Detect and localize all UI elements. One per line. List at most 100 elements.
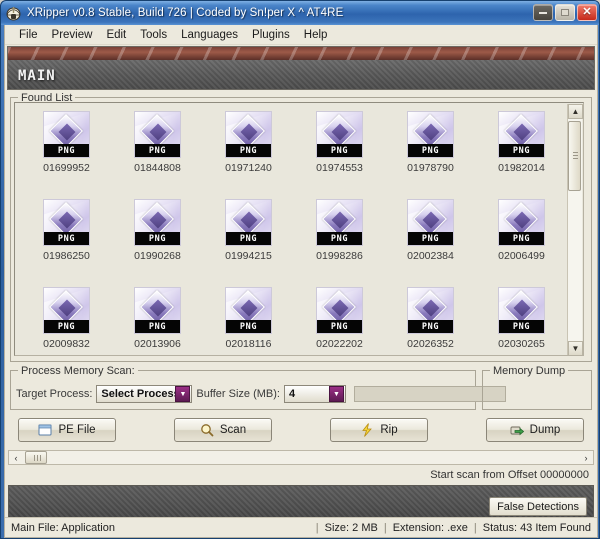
- found-list-panel[interactable]: PNG 01699952 PNG 01844808 PNG 01971240 PNG 0197…: [14, 102, 584, 356]
- false-detections-button[interactable]: False Detections: [489, 497, 587, 516]
- hscroll-thumb[interactable]: [25, 451, 47, 464]
- pe-file-button[interactable]: PE File: [18, 418, 116, 442]
- file-item[interactable]: PNG 01998286: [294, 199, 385, 287]
- png-file-icon: PNG: [134, 287, 181, 334]
- file-item[interactable]: PNG 02002384: [385, 199, 476, 287]
- chevron-down-icon-2[interactable]: ▼: [328, 386, 344, 402]
- file-item[interactable]: PNG 01971240: [203, 111, 294, 199]
- offset-info-bar: Start scan from Offset 00000000: [10, 467, 592, 483]
- menu-item-help[interactable]: Help: [297, 27, 335, 43]
- file-item[interactable]: PNG 02026352: [385, 287, 476, 355]
- target-process-label: Target Process:: [16, 388, 93, 400]
- file-format-label: PNG: [148, 145, 167, 156]
- file-item[interactable]: PNG 01986250: [21, 199, 112, 287]
- png-file-icon: PNG: [407, 111, 454, 158]
- scan-label: Scan: [219, 424, 247, 436]
- menu-item-preview[interactable]: Preview: [45, 27, 100, 43]
- status-size: Size: 2 MB: [324, 521, 378, 534]
- rip-label: Rip: [380, 424, 398, 436]
- helmet-icon: [5, 5, 22, 22]
- scan-button[interactable]: Scan: [174, 418, 272, 442]
- file-item[interactable]: PNG 02030265: [476, 287, 567, 355]
- memory-dump-title: Memory Dump: [490, 365, 569, 377]
- vscroll-thumb[interactable]: [568, 121, 581, 191]
- png-file-icon: PNG: [498, 287, 545, 334]
- menu-item-file[interactable]: File: [12, 27, 45, 43]
- app-banner: MAIN: [7, 46, 595, 90]
- vscroll-track[interactable]: [568, 119, 582, 341]
- title-bar: XRipper v0.8 Stable, Build 726 | Coded b…: [1, 1, 599, 25]
- scroll-up-icon[interactable]: ▲: [568, 104, 583, 119]
- file-item[interactable]: PNG 01844808: [112, 111, 203, 199]
- file-item[interactable]: PNG 01978790: [385, 111, 476, 199]
- menu-item-edit[interactable]: Edit: [99, 27, 133, 43]
- status-main-file: Main File: Application: [11, 521, 115, 534]
- file-item[interactable]: PNG 01974553: [294, 111, 385, 199]
- file-item[interactable]: PNG 02009832: [21, 287, 112, 355]
- png-file-icon: PNG: [407, 199, 454, 246]
- file-format-label: PNG: [148, 233, 167, 244]
- file-format-label: PNG: [148, 321, 167, 332]
- file-item[interactable]: PNG 01699952: [21, 111, 112, 199]
- scroll-left-icon[interactable]: ‹: [9, 451, 23, 464]
- dump-button[interactable]: Dump: [486, 418, 584, 442]
- file-item[interactable]: PNG 02006499: [476, 199, 567, 287]
- found-list-vertical-scrollbar[interactable]: ▲ ▼: [567, 104, 583, 355]
- file-item-label: 01982014: [498, 162, 545, 174]
- file-item-label: 02002384: [407, 250, 454, 262]
- file-item-label: 01978790: [407, 162, 454, 174]
- png-file-icon: PNG: [498, 111, 545, 158]
- png-file-icon: PNG: [316, 199, 363, 246]
- file-item-label: 02022202: [316, 338, 363, 350]
- file-item[interactable]: PNG 01982014: [476, 111, 567, 199]
- file-format-label: PNG: [239, 321, 258, 332]
- menu-item-plugins[interactable]: Plugins: [245, 27, 297, 43]
- file-format-label: PNG: [57, 321, 76, 332]
- app-window: XRipper v0.8 Stable, Build 726 | Coded b…: [0, 0, 600, 539]
- file-item-label: 01986250: [43, 250, 90, 262]
- banner-strip: [8, 47, 594, 60]
- file-format-label: PNG: [330, 321, 349, 332]
- buffer-size-dropdown[interactable]: 4 ▼: [283, 385, 346, 403]
- target-process-dropdown[interactable]: Select Process.. ▼: [96, 385, 193, 403]
- menu-item-tools[interactable]: Tools: [133, 27, 174, 43]
- file-item-label: 02018116: [225, 338, 272, 350]
- file-item[interactable]: PNG 02018116: [203, 287, 294, 355]
- rip-button[interactable]: Rip: [330, 418, 428, 442]
- menu-item-languages[interactable]: Languages: [174, 27, 245, 43]
- action-buttons: PE File Scan Rip Dump: [10, 418, 592, 442]
- process-memory-scan-group: Process Memory Scan: Target Process: Sel…: [10, 365, 506, 410]
- false-detections-label: False Detections: [497, 500, 579, 513]
- memory-dump-group: Memory Dump: [482, 365, 592, 410]
- file-item[interactable]: PNG 01994215: [203, 199, 294, 287]
- process-memory-scan-row: Target Process: Select Process.. ▼ Buffe…: [16, 385, 506, 403]
- window-title: XRipper v0.8 Stable, Build 726 | Coded b…: [27, 7, 344, 19]
- hscroll-track[interactable]: [23, 451, 579, 464]
- scroll-right-icon[interactable]: ›: [579, 451, 593, 464]
- close-button[interactable]: ✕: [577, 4, 597, 21]
- file-item-label: 02030265: [498, 338, 545, 350]
- png-file-icon: PNG: [134, 111, 181, 158]
- pe-file-label: PE File: [58, 424, 96, 436]
- found-list-group: Found List PNG 01699952 PNG 01844808 PNG 0197…: [10, 92, 592, 362]
- process-memory-scan-title: Process Memory Scan:: [18, 365, 138, 377]
- file-format-label: PNG: [57, 233, 76, 244]
- window-controls: ✕: [533, 4, 597, 21]
- file-item-label: 01994215: [225, 250, 272, 262]
- banner-label: MAIN: [18, 67, 56, 84]
- horizontal-scrollbar[interactable]: ‹ ›: [8, 450, 594, 465]
- file-item-label: 01974553: [316, 162, 363, 174]
- scroll-down-icon[interactable]: ▼: [568, 341, 583, 355]
- maximize-button[interactable]: [555, 4, 575, 21]
- file-item[interactable]: PNG 02013906: [112, 287, 203, 355]
- file-format-label: PNG: [421, 145, 440, 156]
- file-item[interactable]: PNG 01990268: [112, 199, 203, 287]
- file-format-label: PNG: [57, 145, 76, 156]
- file-item[interactable]: PNG 02022202: [294, 287, 385, 355]
- chevron-down-icon[interactable]: ▼: [175, 386, 191, 402]
- file-item-label: 01971240: [225, 162, 272, 174]
- magnifier-icon: [200, 423, 214, 437]
- minimize-button[interactable]: [533, 4, 553, 21]
- status-bar: Main File: Application | Size: 2 MB | Ex…: [5, 517, 597, 537]
- file-item-label: 02009832: [43, 338, 90, 350]
